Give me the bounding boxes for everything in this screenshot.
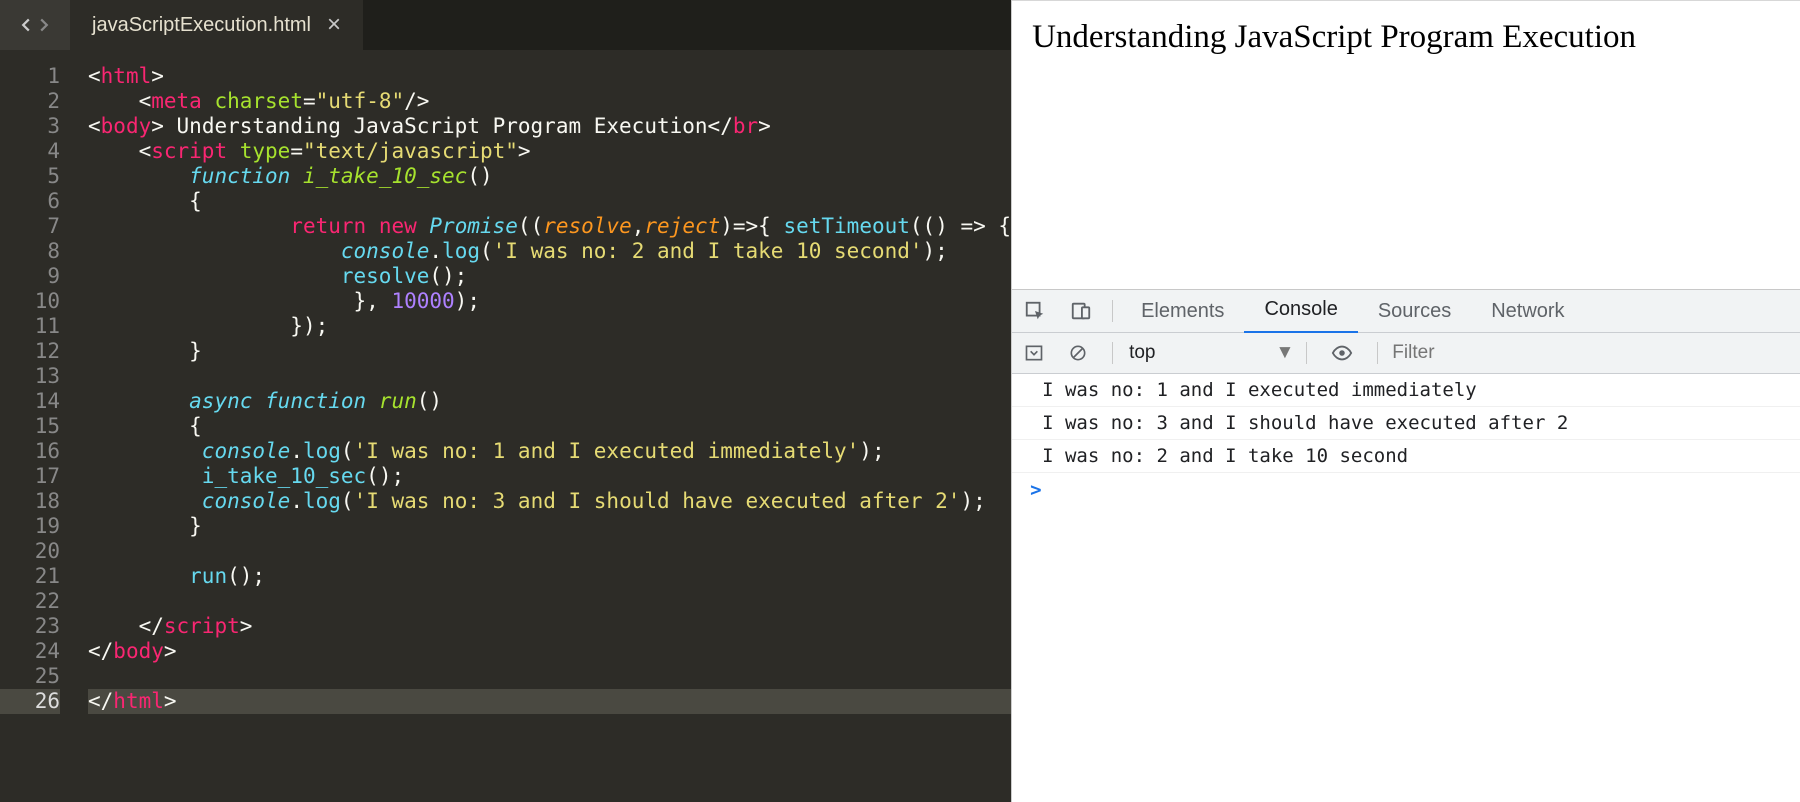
line-number-gutter: 1234567891011121314151617181920212223242… [0, 50, 68, 802]
clear-console-icon[interactable] [1068, 343, 1088, 363]
separator [1112, 300, 1113, 322]
console-output[interactable]: I was no: 1 and I executed immediately I… [1012, 374, 1800, 802]
code-content[interactable]: <html> <meta charset="utf-8"/><body> Und… [68, 50, 1011, 802]
close-tab-icon[interactable]: × [327, 13, 341, 37]
execution-context-label: top [1129, 342, 1155, 364]
chevron-down-icon: ▼ [1275, 342, 1294, 364]
separator [1377, 342, 1378, 364]
code-editor-pane: javaScriptExecution.html × 1234567891011… [0, 0, 1011, 802]
devtools-tab-console[interactable]: Console [1244, 289, 1357, 334]
console-toolbar: top ▼ [1012, 333, 1800, 374]
console-prompt[interactable]: > [1012, 473, 1800, 501]
devtools-panel: Elements Console Sources Network top ▼ [1012, 289, 1800, 802]
page-heading: Understanding JavaScript Program Executi… [1032, 19, 1780, 56]
live-expression-icon[interactable] [1331, 342, 1353, 364]
file-tab-label: javaScriptExecution.html [92, 14, 311, 37]
code-area[interactable]: 1234567891011121314151617181920212223242… [0, 50, 1011, 802]
device-toggle-icon[interactable] [1070, 300, 1092, 322]
rendered-page: Understanding JavaScript Program Executi… [1012, 0, 1800, 289]
devtools-tabbar: Elements Console Sources Network [1012, 290, 1800, 333]
arrow-left-icon [19, 18, 33, 32]
console-sidebar-toggle-icon[interactable] [1024, 343, 1044, 363]
devtools-tab-sources[interactable]: Sources [1358, 290, 1471, 332]
editor-tabbar: javaScriptExecution.html × [0, 0, 1011, 50]
file-tab[interactable]: javaScriptExecution.html × [70, 0, 363, 50]
execution-context-selector[interactable]: top ▼ [1129, 342, 1294, 364]
separator [1112, 342, 1113, 364]
console-message: I was no: 2 and I take 10 second [1012, 440, 1800, 473]
separator [1306, 342, 1307, 364]
console-message: I was no: 3 and I should have executed a… [1012, 407, 1800, 440]
editor-nav-arrows[interactable] [0, 0, 70, 50]
devtools-tab-network[interactable]: Network [1471, 290, 1584, 332]
browser-pane: Understanding JavaScript Program Executi… [1011, 0, 1800, 802]
devtools-tab-elements[interactable]: Elements [1121, 290, 1244, 332]
console-filter-input[interactable] [1390, 341, 1534, 365]
console-message: I was no: 1 and I executed immediately [1012, 374, 1800, 407]
arrow-right-icon [37, 18, 51, 32]
inspect-icon[interactable] [1024, 300, 1046, 322]
